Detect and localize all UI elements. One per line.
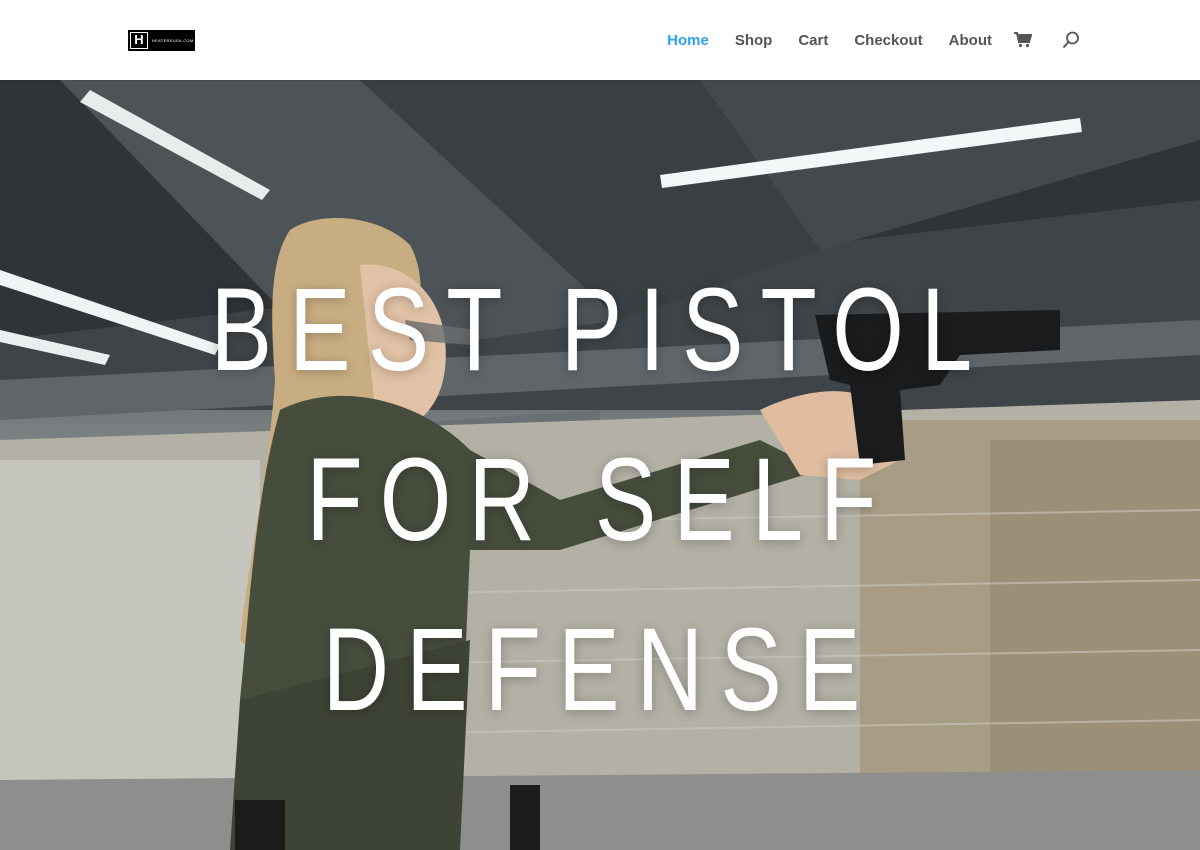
hero-title-line: DEFENSE xyxy=(322,604,878,736)
logo-letter: H xyxy=(130,32,148,49)
hero-title-line: FOR SELF xyxy=(306,434,894,566)
nav-item-about[interactable]: About xyxy=(949,32,992,49)
nav-item-shop[interactable]: Shop xyxy=(735,32,773,49)
site-logo[interactable]: H HEATERSUSA.COM xyxy=(128,30,195,51)
shopping-cart-icon[interactable] xyxy=(1014,32,1032,48)
nav-item-checkout[interactable]: Checkout xyxy=(854,32,922,49)
hero-title: BEST PISTOL FOR SELF DEFENSE xyxy=(132,245,1068,755)
nav-item-home[interactable]: Home xyxy=(667,32,709,49)
hero-section: BEST PISTOL FOR SELF DEFENSE xyxy=(0,80,1200,850)
hero-title-line: BEST PISTOL xyxy=(210,264,990,396)
logo-text: HEATERSUSA.COM xyxy=(152,38,194,43)
search-icon[interactable] xyxy=(1062,31,1080,49)
nav-item-cart[interactable]: Cart xyxy=(798,32,828,49)
site-header: H HEATERSUSA.COM Home Shop Cart Checkout… xyxy=(0,0,1200,80)
main-nav: Home Shop Cart Checkout About xyxy=(667,0,1080,80)
